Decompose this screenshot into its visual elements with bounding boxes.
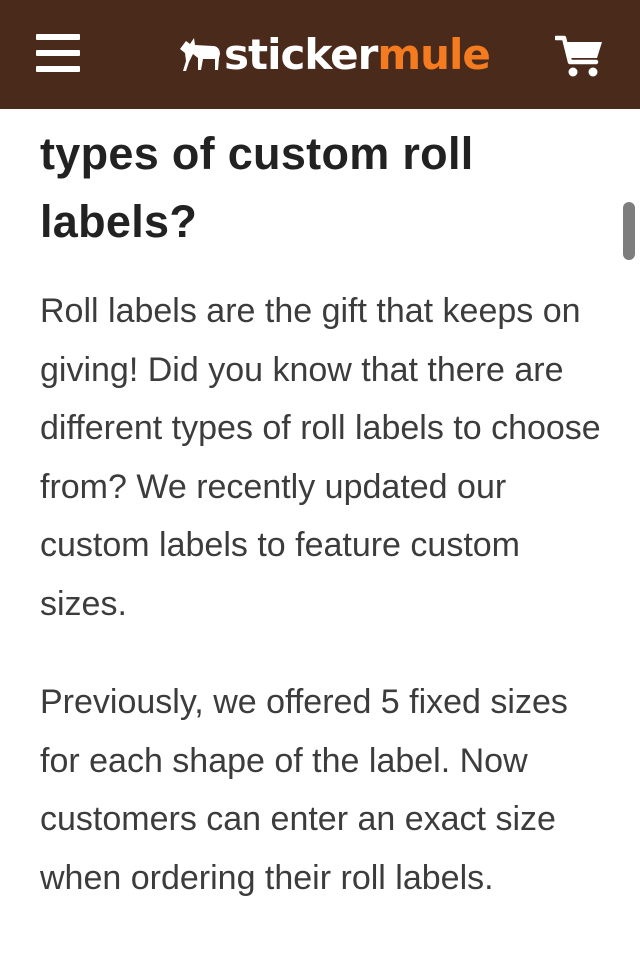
article-paragraph: Previously, we offered 5 fixed sizes for… xyxy=(40,683,568,897)
article-heading: types of custom roll labels? xyxy=(40,128,474,247)
hamburger-menu-icon-bar xyxy=(36,66,80,72)
shopping-cart-icon xyxy=(553,35,602,77)
cart-button[interactable] xyxy=(553,34,605,80)
menu-button[interactable] xyxy=(36,34,82,74)
logo-text-mule: mule xyxy=(377,29,491,79)
mule-logo-icon xyxy=(180,38,220,71)
article-content: types of custom roll labels? Roll labels… xyxy=(40,120,605,907)
logo-text-sticker: sticker xyxy=(224,29,378,79)
scrollbar-thumb[interactable] xyxy=(623,202,635,260)
hamburger-menu-icon-bar xyxy=(36,34,80,40)
sticker-mule-logo[interactable]: sticker mule xyxy=(178,26,491,82)
site-header: sticker mule xyxy=(0,0,640,109)
hamburger-menu-icon-bar xyxy=(36,50,80,56)
article-paragraph: Roll labels are the gift that keeps on g… xyxy=(40,292,601,623)
